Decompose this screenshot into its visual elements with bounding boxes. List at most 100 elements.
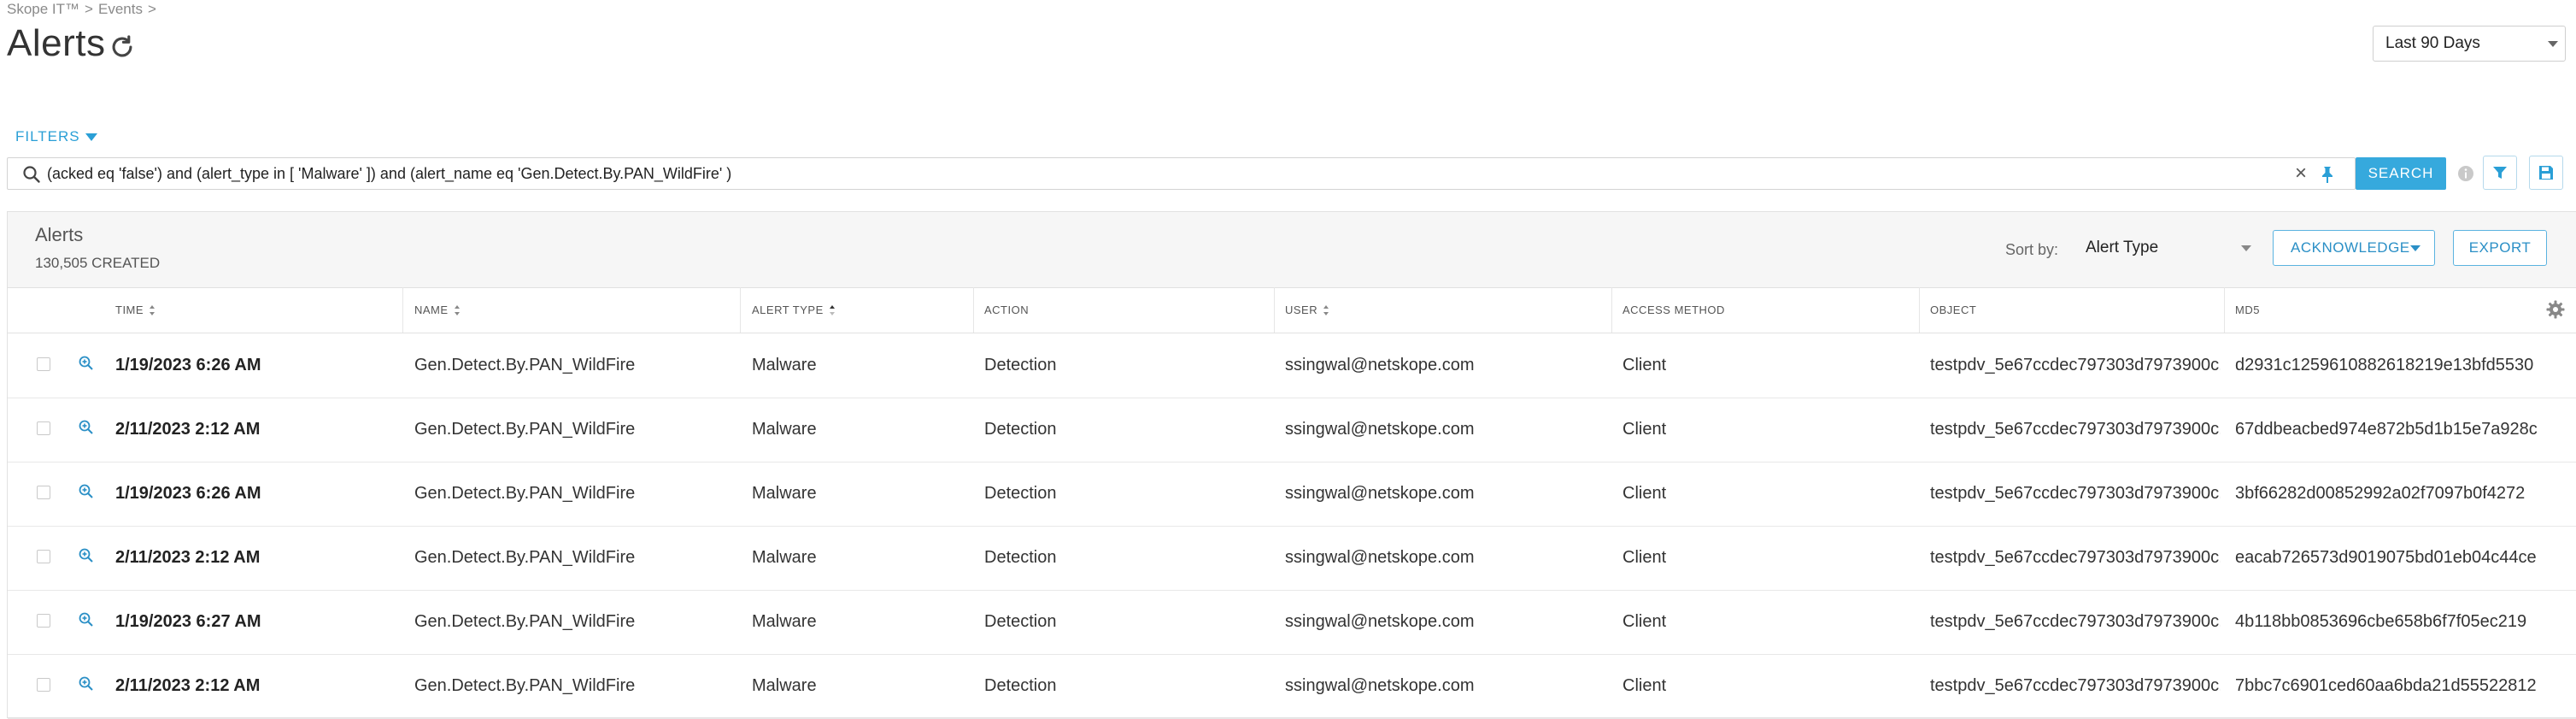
table-row[interactable]: 1/19/2023 6:26 AM Gen.Detect.By.PAN_Wild… xyxy=(8,462,2576,527)
panel-title: Alerts xyxy=(35,224,84,245)
table-header: TIME NAME ALERT TYPE ACTION USER ACCESS … xyxy=(8,287,2576,333)
search-input[interactable] xyxy=(47,158,2303,189)
alerts-panel: Alerts 130,505 CREATED Sort by: Alert Ty… xyxy=(7,211,2576,719)
cell-name: Gen.Detect.By.PAN_WildFire xyxy=(414,676,636,695)
filters-toggle[interactable]: FILTERS xyxy=(15,128,97,145)
cell-user: ssingwal@netskope.com xyxy=(1285,612,1475,631)
cell-name: Gen.Detect.By.PAN_WildFire xyxy=(414,356,636,374)
cell-time: 1/19/2023 6:26 AM xyxy=(115,484,261,503)
breadcrumb-item-events[interactable]: Events xyxy=(98,1,143,17)
table-row[interactable]: 2/11/2023 2:12 AM Gen.Detect.By.PAN_Wild… xyxy=(8,398,2576,463)
column-header-user[interactable]: USER xyxy=(1285,287,1329,333)
time-range-select[interactable]: Last 90 Days xyxy=(2373,26,2566,62)
filters-label: FILTERS xyxy=(15,128,80,144)
cell-access-method: Client xyxy=(1622,548,1667,567)
cell-action: Detection xyxy=(984,420,1057,439)
search-button[interactable]: SEARCH xyxy=(2356,157,2446,190)
row-checkbox[interactable] xyxy=(37,614,50,628)
acknowledge-button[interactable]: ACKNOWLEDGE xyxy=(2273,230,2435,266)
cell-name: Gen.Detect.By.PAN_WildFire xyxy=(414,484,636,503)
save-button[interactable] xyxy=(2529,156,2563,190)
zoom-icon[interactable] xyxy=(78,611,95,628)
row-checkbox[interactable] xyxy=(37,550,50,563)
column-divider xyxy=(1919,287,1920,333)
zoom-icon[interactable] xyxy=(78,675,95,692)
sort-value: Alert Type xyxy=(2086,239,2159,256)
zoom-icon[interactable] xyxy=(78,547,95,564)
cell-object: testpdv_5e67ccdec797303d7973900c... xyxy=(1930,420,2221,439)
clear-icon[interactable]: × xyxy=(2295,162,2307,186)
filter-button[interactable] xyxy=(2483,156,2517,190)
sort-asc-icon xyxy=(829,304,835,315)
chevron-down-icon xyxy=(2241,245,2251,251)
cell-alert-type: Malware xyxy=(752,548,817,567)
breadcrumb-separator: > xyxy=(147,1,156,17)
table-row[interactable]: 2/11/2023 2:12 AM Gen.Detect.By.PAN_Wild… xyxy=(8,526,2576,591)
search-bar: × xyxy=(7,157,2356,190)
cell-action: Detection xyxy=(984,484,1057,503)
cell-user: ssingwal@netskope.com xyxy=(1285,420,1475,439)
column-header-object[interactable]: OBJECT xyxy=(1930,287,1976,333)
cell-user: ssingwal@netskope.com xyxy=(1285,676,1475,695)
table-row[interactable]: 2/11/2023 2:12 AM Gen.Detect.By.PAN_Wild… xyxy=(8,654,2576,719)
cell-md5: 67ddbeacbed974e872b5d1b15e7a928c xyxy=(2235,420,2538,439)
sort-label: Sort by: xyxy=(2005,241,2059,258)
cell-user: ssingwal@netskope.com xyxy=(1285,548,1475,567)
column-header-alert-type[interactable]: ALERT TYPE xyxy=(752,287,836,333)
breadcrumb-separator: > xyxy=(85,1,93,17)
refresh-icon[interactable] xyxy=(108,32,137,62)
row-checkbox[interactable] xyxy=(37,486,50,499)
page-title: Alerts xyxy=(7,22,106,64)
column-divider xyxy=(1274,287,1275,333)
caret-down-icon xyxy=(85,133,97,141)
cell-md5: eacab726573d9019075bd01eb04c44ce xyxy=(2235,548,2537,567)
sort-select[interactable]: Alert Type xyxy=(2068,230,2262,266)
cell-name: Gen.Detect.By.PAN_WildFire xyxy=(414,420,636,439)
gear-icon[interactable] xyxy=(2545,299,2566,320)
cell-time: 2/11/2023 2:12 AM xyxy=(115,676,261,695)
row-checkbox[interactable] xyxy=(37,357,50,371)
cell-action: Detection xyxy=(984,548,1057,567)
breadcrumb-item-skope-it[interactable]: Skope IT™ xyxy=(7,1,79,17)
column-header-access-method[interactable]: ACCESS METHOD xyxy=(1622,287,1725,333)
column-divider xyxy=(402,287,403,333)
cell-alert-type: Malware xyxy=(752,484,817,503)
column-header-md5[interactable]: MD5 xyxy=(2235,287,2260,333)
cell-access-method: Client xyxy=(1622,676,1667,695)
row-checkbox[interactable] xyxy=(37,421,50,435)
cell-object: testpdv_5e67ccdec797303d7973900c... xyxy=(1930,548,2221,567)
cell-alert-type: Malware xyxy=(752,612,817,631)
chevron-down-icon xyxy=(2548,41,2558,47)
export-button[interactable]: EXPORT xyxy=(2453,230,2547,266)
column-header-name[interactable]: NAME xyxy=(414,287,461,333)
cell-action: Detection xyxy=(984,356,1057,374)
zoom-icon[interactable] xyxy=(78,419,95,436)
zoom-icon[interactable] xyxy=(78,355,95,372)
panel-header: Alerts 130,505 CREATED Sort by: Alert Ty… xyxy=(8,212,2576,288)
zoom-icon[interactable] xyxy=(78,483,95,500)
cell-md5: 4b118bb0853696cbe658b6f7f05ec219 xyxy=(2235,612,2527,631)
column-header-time[interactable]: TIME xyxy=(115,287,155,333)
cell-object: testpdv_5e67ccdec797303d7973900c... xyxy=(1930,676,2221,695)
cell-access-method: Client xyxy=(1622,420,1667,439)
column-header-action[interactable]: ACTION xyxy=(984,287,1029,333)
pin-icon[interactable] xyxy=(2319,165,2336,184)
column-divider xyxy=(740,287,741,333)
breadcrumb: Skope IT™ > Events > xyxy=(7,1,161,18)
cell-object: testpdv_5e67ccdec797303d7973900c... xyxy=(1930,356,2221,374)
cell-access-method: Client xyxy=(1622,484,1667,503)
table-row[interactable]: 1/19/2023 6:26 AM Gen.Detect.By.PAN_Wild… xyxy=(8,333,2576,398)
cell-action: Detection xyxy=(984,612,1057,631)
search-icon xyxy=(23,166,40,183)
cell-name: Gen.Detect.By.PAN_WildFire xyxy=(414,612,636,631)
sort-icon xyxy=(1323,304,1329,315)
cell-name: Gen.Detect.By.PAN_WildFire xyxy=(414,548,636,567)
save-icon xyxy=(2539,166,2553,180)
table-row[interactable]: 1/19/2023 6:27 AM Gen.Detect.By.PAN_Wild… xyxy=(8,590,2576,655)
cell-user: ssingwal@netskope.com xyxy=(1285,484,1475,503)
time-range-value: Last 90 Days xyxy=(2385,34,2480,52)
row-checkbox[interactable] xyxy=(37,678,50,692)
acknowledge-label: ACKNOWLEDGE xyxy=(2291,239,2410,256)
cell-user: ssingwal@netskope.com xyxy=(1285,356,1475,374)
info-icon[interactable] xyxy=(2456,164,2475,183)
